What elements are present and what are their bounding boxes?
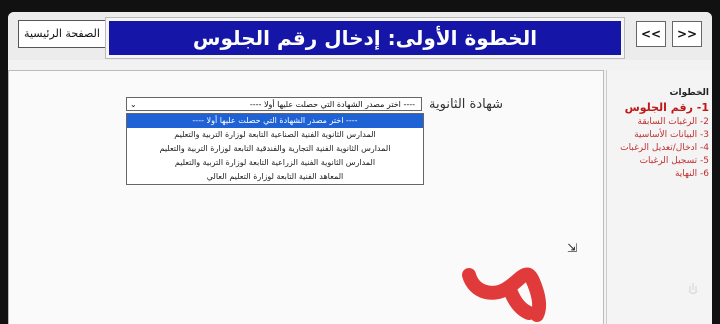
certificate-dropdown: ---- اختر مصدر الشهادة التي حصلت عليها أ… [126, 113, 424, 185]
browser-window: الصفحة الرئيسية الخطوة الأولى: إدخال رقم… [8, 12, 712, 324]
step-item[interactable]: 5- تسجيل الرغبات [607, 156, 712, 166]
step-item[interactable]: 4- ادخال/تعديل الرغبات [607, 143, 712, 153]
nav-prev-button[interactable]: << [636, 21, 666, 47]
top-bar: الصفحة الرئيسية الخطوة الأولى: إدخال رقم… [8, 12, 712, 60]
dropdown-option[interactable]: المدارس الثانوية الفنية التجارية والفندق… [127, 142, 423, 156]
step-item[interactable]: 3- البيانات الأساسية [607, 130, 712, 140]
mouse-cursor-icon: ⇲ [567, 241, 578, 255]
step-item[interactable]: 6- النهاية [607, 169, 712, 179]
dropdown-option[interactable]: المعاهد الفنية التابعة لوزارة التعليم ال… [127, 170, 423, 184]
red-brush-annotation [462, 267, 547, 322]
steps-title: الخطوات [669, 88, 710, 98]
certificate-select[interactable]: ⌄ ---- اختر مصدر الشهادة التي حصلت عليها… [126, 97, 422, 111]
dropdown-option[interactable]: المدارس الثانوية الفنية الصناعية التابعة… [127, 128, 423, 142]
home-button[interactable]: الصفحة الرئيسية [18, 20, 106, 48]
select-value: ---- اختر مصدر الشهادة التي حصلت عليها أ… [249, 100, 415, 109]
step-item[interactable]: 1- رقم الجلوس [607, 101, 712, 114]
nav-next-button[interactable]: >> [672, 21, 702, 47]
dropdown-option[interactable]: المدارس الثانوية الفنية الزراعية التابعة… [127, 156, 423, 170]
certificate-label: شهادة الثانوية [429, 97, 503, 112]
dropdown-option[interactable]: ---- اختر مصدر الشهادة التي حصلت عليها أ… [127, 114, 423, 128]
hand-icon [688, 283, 698, 295]
page-title: الخطوة الأولى: إدخال رقم الجلوس [106, 18, 624, 58]
chevron-down-icon: ⌄ [130, 100, 137, 109]
step-item[interactable]: 2- الرغبات السابقة [607, 117, 712, 127]
main-panel: شهادة الثانوية ⌄ ---- اختر مصدر الشهادة … [8, 70, 604, 324]
